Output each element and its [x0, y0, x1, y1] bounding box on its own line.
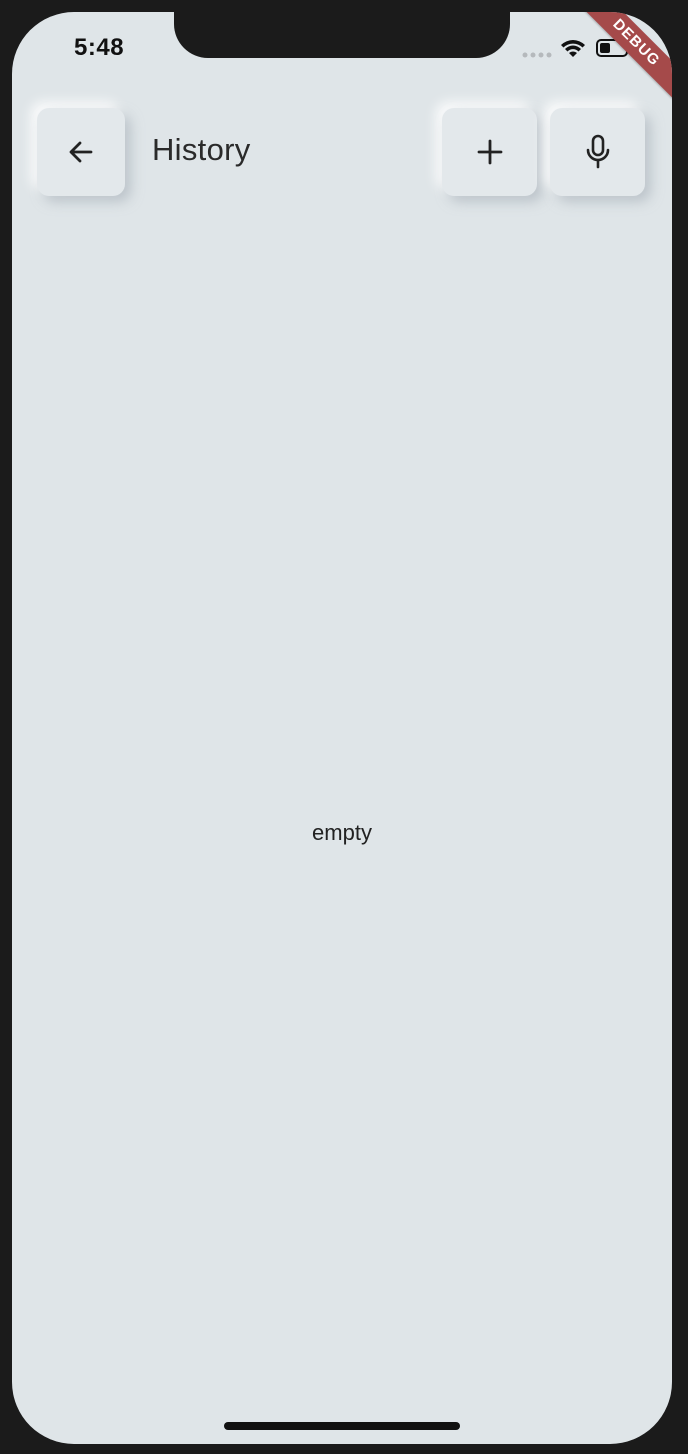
cellular-signal-icon [522, 52, 552, 58]
status-time: 5:48 [74, 34, 125, 61]
page-title: History [152, 132, 251, 167]
app-screen: 5:48 DEBUG History empty [12, 12, 672, 1444]
debug-banner: DEBUG [570, 12, 672, 109]
empty-state-text: empty [312, 820, 372, 845]
device-frame: 5:48 DEBUG History empty [0, 0, 688, 1454]
device-notch [174, 12, 510, 58]
microphone-button[interactable] [550, 108, 645, 196]
home-indicator[interactable] [224, 1422, 460, 1430]
wifi-icon [561, 40, 585, 57]
add-button[interactable] [442, 108, 537, 196]
back-button[interactable] [37, 108, 125, 196]
microphone-icon [586, 134, 609, 169]
plus-icon [477, 139, 502, 165]
arrow-left-icon [69, 141, 93, 163]
